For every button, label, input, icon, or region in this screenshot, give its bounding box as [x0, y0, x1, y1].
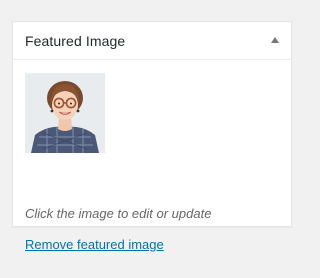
triangle-up-icon[interactable] — [271, 37, 279, 43]
featured-image-metabox: Featured Image Click the image to edit o… — [12, 21, 292, 252]
featured-image-thumbnail[interactable] — [25, 73, 105, 153]
help-text: Click the image to edit or update — [25, 206, 212, 221]
metabox-title: Featured Image — [25, 33, 126, 49]
metabox-header[interactable]: Featured Image — [13, 22, 291, 60]
remove-featured-image-link[interactable]: Remove featured image — [25, 236, 164, 253]
portrait-image — [25, 73, 105, 153]
